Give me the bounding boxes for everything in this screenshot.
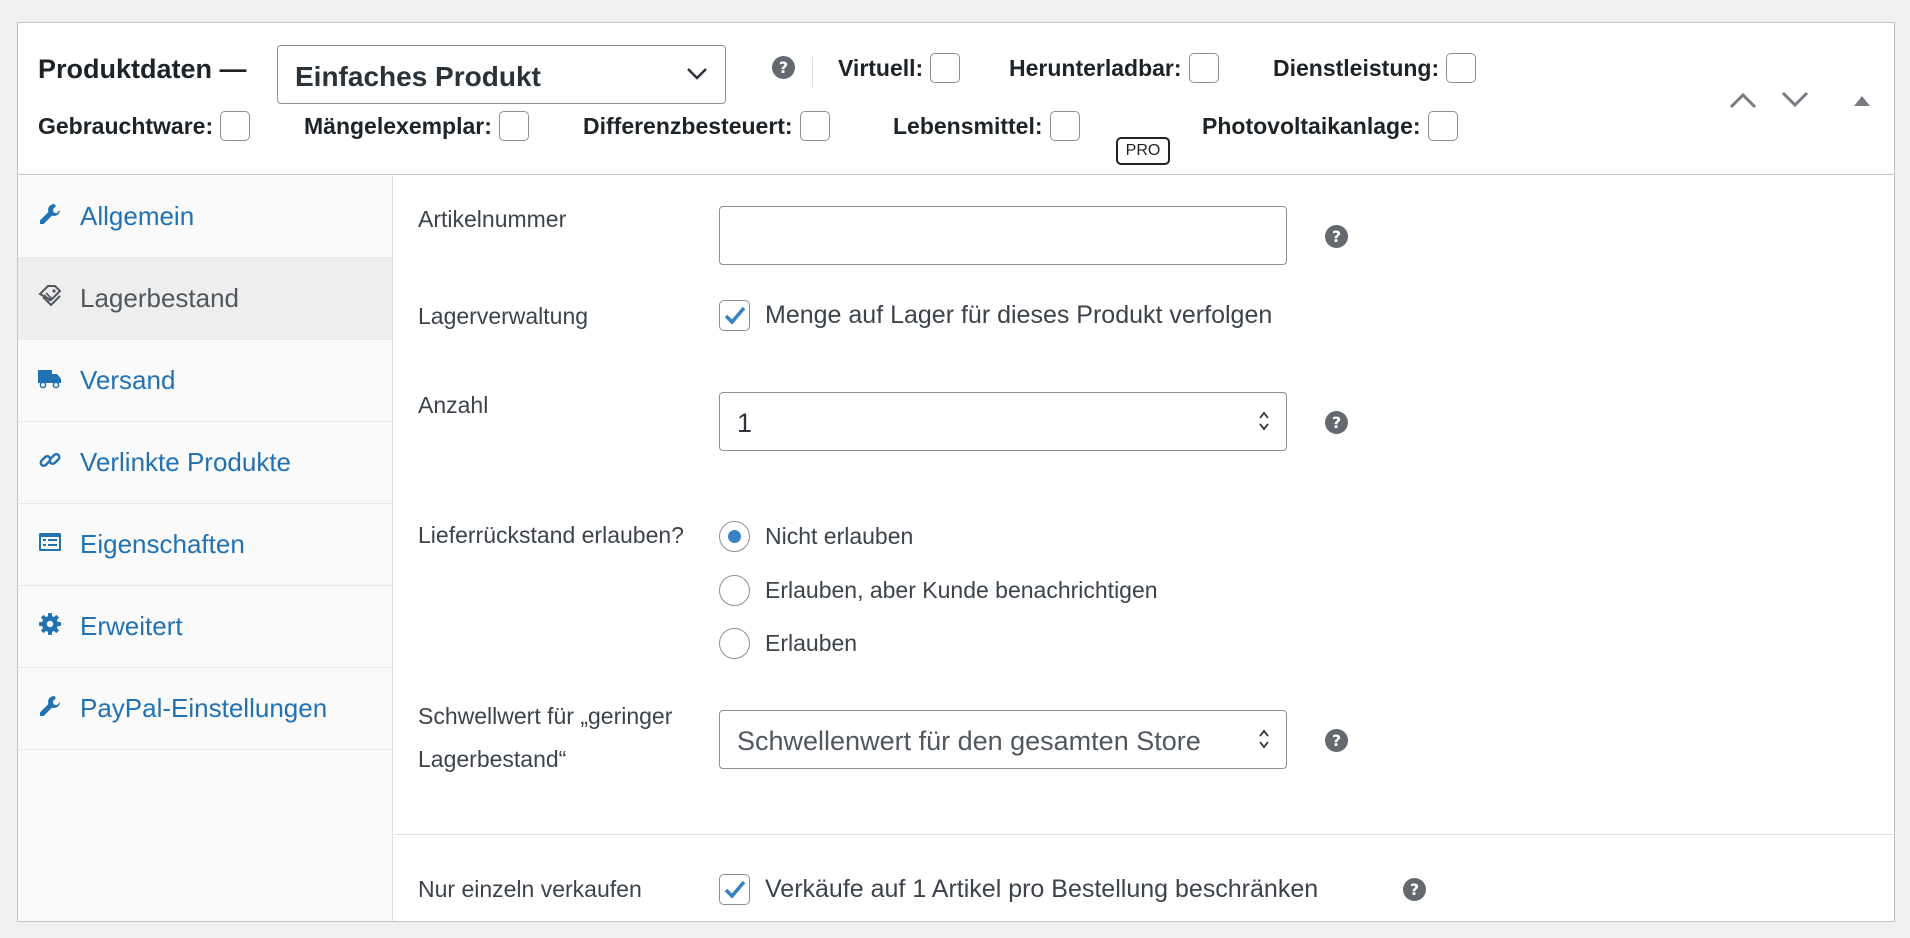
help-icon[interactable]: ? (772, 56, 795, 79)
quantity-help-icon[interactable]: ? (1325, 411, 1348, 434)
sold-individually-text: Verkäufe auf 1 Artikel pro Bestellung be… (765, 875, 1319, 903)
header-divider (812, 57, 813, 87)
low-stock-help-icon[interactable]: ? (1325, 729, 1348, 752)
manage-stock-text: Menge auf Lager für dieses Produkt verfo… (765, 301, 1273, 329)
differential-tax-label: Differenzbesteuert: (583, 112, 793, 139)
checkmark-icon (724, 306, 746, 325)
wrench-icon (40, 204, 60, 224)
defective-copy-checkbox[interactable] (498, 111, 529, 141)
sold-individually-option: Verkäufe auf 1 Artikel pro Bestellung be… (719, 874, 1318, 905)
backorders-option-notify[interactable]: Erlauben, aber Kunde benachrichtigen (719, 575, 1158, 606)
used-goods-label: Gebrauchtware: (38, 112, 214, 139)
tab-inventory-label: Lagerbestand (80, 283, 240, 313)
virtual-checkbox[interactable] (930, 53, 961, 83)
defective-copy-option: Mängelexemplar: (304, 111, 529, 141)
low-stock-threshold-input[interactable]: Schwellenwert für den gesamten Store (719, 710, 1287, 769)
backorders-radio-no[interactable] (719, 521, 750, 552)
used-goods-option: Gebrauchtware: (38, 111, 251, 141)
downloadable-label: Herunterladbar: (1009, 54, 1182, 81)
tab-paypal-settings-label: PayPal-Einstellungen (80, 693, 328, 723)
low-stock-placeholder: Schwellenwert für den gesamten Store (737, 726, 1201, 756)
virtual-label: Virtuell: (838, 54, 924, 81)
backorders-option-notify-label: Erlauben, aber Kunde benachrichtigen (765, 577, 1158, 603)
move-down-icon[interactable] (1780, 89, 1810, 111)
tab-general-label: Allgemein (80, 201, 195, 231)
backorders-option-yes[interactable]: Erlauben (719, 628, 857, 659)
manage-stock-checkbox[interactable] (719, 300, 750, 331)
tag-icon (38, 285, 62, 307)
photovoltaic-option: Photovoltaikanlage: (1202, 111, 1458, 141)
tab-linked-products-label: Verlinkte Produkte (80, 447, 292, 477)
spinner-arrows-icon[interactable] (1257, 725, 1271, 753)
used-goods-checkbox[interactable] (220, 111, 251, 141)
food-checkbox[interactable] (1049, 111, 1080, 141)
collapse-toggle-icon[interactable] (1851, 93, 1873, 109)
service-label: Dienstleistung: (1273, 54, 1440, 81)
differential-tax-checkbox[interactable] (799, 111, 830, 141)
spinner-arrows-icon[interactable] (1257, 407, 1271, 435)
tab-paypal-settings[interactable]: PayPal-Einstellungen (18, 668, 392, 750)
low-stock-label: Schwellwert für „geringer Lagerbestand“ (418, 695, 672, 781)
chevron-down-icon (687, 68, 707, 80)
virtual-option: Virtuell: (838, 53, 961, 83)
sold-individually-label: Nur einzeln verkaufen (418, 876, 642, 902)
backorders-option-no[interactable]: Nicht erlauben (719, 521, 913, 552)
food-label: Lebensmittel: (893, 112, 1043, 139)
move-up-icon[interactable] (1728, 89, 1758, 111)
service-checkbox[interactable] (1446, 53, 1477, 83)
product-data-header: Produktdaten — Einfaches Produkt ? Virtu… (18, 23, 1894, 175)
checkmark-icon (724, 880, 746, 899)
food-option: Lebensmittel: (893, 111, 1080, 141)
sku-input[interactable] (719, 206, 1287, 265)
defective-copy-label: Mängelexemplar: (304, 112, 492, 139)
quantity-stepper[interactable]: 1 (719, 392, 1287, 451)
product-type-value: Einfaches Produkt (295, 61, 541, 92)
sold-individually-help-icon[interactable]: ? (1403, 878, 1426, 901)
tab-linked-products[interactable]: Verlinkte Produkte (18, 422, 392, 504)
tab-advanced[interactable]: Erweitert (18, 586, 392, 668)
backorders-radio-notify[interactable] (719, 575, 750, 606)
product-data-panel: Produktdaten — Einfaches Produkt ? Virtu… (17, 22, 1895, 922)
tab-attributes-label: Eigenschaften (80, 529, 245, 559)
truck-icon (38, 370, 61, 389)
tab-advanced-label: Erweitert (80, 611, 183, 641)
sold-individually-checkbox[interactable] (719, 874, 750, 905)
product-type-select[interactable]: Einfaches Produkt (277, 45, 726, 104)
manage-stock-option: Menge auf Lager für dieses Produkt verfo… (719, 300, 1272, 331)
wrench-icon (40, 696, 60, 716)
gear-icon (39, 613, 61, 635)
backorders-option-no-label: Nicht erlauben (765, 523, 914, 549)
backorders-radio-yes[interactable] (719, 628, 750, 659)
inventory-panel: Artikelnummer ? Lagerverwaltung Menge au… (394, 176, 1894, 921)
low-stock-label-line2: Lagerbestand“ (418, 746, 567, 772)
sku-label: Artikelnummer (418, 206, 567, 232)
tab-attributes[interactable]: Eigenschaften (18, 504, 392, 586)
service-option: Dienstleistung: (1273, 53, 1477, 83)
downloadable-checkbox[interactable] (1188, 53, 1219, 83)
photovoltaic-label: Photovoltaikanlage: (1202, 112, 1421, 139)
list-icon (39, 533, 61, 551)
product-data-tabs: Allgemein Lagerbestand Versand Verlinkte… (18, 176, 393, 921)
tab-inventory[interactable]: Lagerbestand (18, 258, 392, 340)
low-stock-label-line1: Schwellwert für „geringer (418, 703, 673, 729)
section-divider (394, 834, 1894, 835)
backorders-option-yes-label: Erlauben (765, 630, 858, 656)
downloadable-option: Herunterladbar: (1009, 53, 1219, 83)
link-icon (39, 453, 61, 467)
quantity-value: 1 (737, 408, 753, 438)
differential-tax-option: Differenzbesteuert: (583, 111, 830, 141)
panel-title: Produktdaten — (38, 54, 247, 84)
quantity-label: Anzahl (418, 392, 489, 418)
backorders-label: Lieferrückstand erlauben? (418, 522, 684, 548)
tab-general[interactable]: Allgemein (18, 176, 392, 258)
pro-badge: PRO (1116, 137, 1170, 165)
sku-help-icon[interactable]: ? (1325, 225, 1348, 248)
photovoltaic-checkbox[interactable] (1427, 111, 1458, 141)
manage-stock-label: Lagerverwaltung (418, 303, 589, 329)
tab-shipping-label: Versand (80, 365, 176, 395)
tab-shipping[interactable]: Versand (18, 340, 392, 422)
